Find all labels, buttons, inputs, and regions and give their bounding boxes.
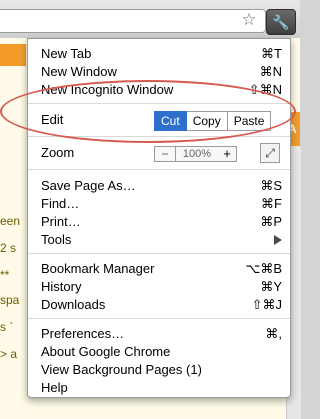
page-text-fragment: spa <box>0 293 20 307</box>
menu-item-label: Preferences… <box>41 326 125 341</box>
menu-separator <box>28 169 290 170</box>
wrench-icon: 🔧 <box>272 14 290 30</box>
menu-item-label: New Window <box>41 64 117 79</box>
menu-item-shortcut: ⌘T <box>261 46 282 61</box>
zoom-in-button[interactable]: + <box>218 146 237 162</box>
menu-item-shortcut: ⌘N <box>259 64 282 79</box>
page-text-fragment: 2 s <box>0 241 17 255</box>
menu-item-shortcut: ⇧⌘J <box>251 297 282 312</box>
menu-item-shortcut: ⌘, <box>265 326 282 341</box>
menu-item-label: View Background Pages (1) <box>41 362 202 377</box>
menu-item-shortcut: ⌘S <box>260 178 282 193</box>
page-text-fragment: ** <box>0 268 10 282</box>
menu-item-label: New Tab <box>41 46 92 61</box>
fullscreen-button[interactable]: ⤢ <box>260 143 280 163</box>
menu-separator <box>28 253 290 254</box>
page-text-fragment: s ` <box>0 320 14 334</box>
page-text-fragment: een <box>0 214 21 228</box>
menu-item-preferences[interactable]: Preferences… ⌘, <box>41 325 282 343</box>
bookmark-star-icon[interactable]: ☆ <box>240 11 258 29</box>
menu-item-about-google-chrome[interactable]: About Google Chrome <box>41 343 282 361</box>
menu-separator <box>28 318 290 319</box>
address-bar[interactable] <box>0 9 266 33</box>
menu-item-label: About Google Chrome <box>41 344 171 359</box>
menu-item-bookmark-manager[interactable]: Bookmark Manager ⌥⌘B <box>41 260 282 278</box>
page-text-fragment: > a <box>0 347 18 361</box>
menu-item-print[interactable]: Print… ⌘P <box>41 213 282 231</box>
menu-item-label: Print… <box>41 214 81 229</box>
menu-item-label: Save Page As… <box>41 178 136 193</box>
zoom-level: 100% <box>175 146 219 162</box>
submenu-arrow-icon <box>274 235 282 245</box>
menu-item-help[interactable]: Help <box>41 379 282 397</box>
menu-item-history[interactable]: History ⌘Y <box>41 278 282 296</box>
menu-item-shortcut: ⌘Y <box>260 279 282 294</box>
annotation-ellipse <box>0 80 296 143</box>
menu-item-label: Tools <box>41 232 72 247</box>
menu-item-new-tab[interactable]: New Tab ⌘T <box>41 45 282 63</box>
wrench-menu-button[interactable]: 🔧 <box>266 9 296 35</box>
fullscreen-icon: ⤢ <box>265 146 275 160</box>
menu-item-label: Downloads <box>41 297 106 312</box>
menu-item-shortcut: ⌥⌘B <box>245 261 282 276</box>
menu-item-label: Find… <box>41 196 80 211</box>
menu-item-view-background-pages[interactable]: View Background Pages (1) <box>41 361 282 379</box>
browser-toolbar: ☆ 🔧 <box>0 0 300 39</box>
menu-item-label: History <box>41 279 82 294</box>
menu-item-find[interactable]: Find… ⌘F <box>41 195 282 213</box>
menu-item-label: Zoom <box>41 145 75 160</box>
menu-item-new-window[interactable]: New Window ⌘N <box>41 63 282 81</box>
menu-item-tools[interactable]: Tools <box>41 231 282 249</box>
menu-item-label: Bookmark Manager <box>41 261 155 276</box>
menu-item-label: Help <box>41 380 68 395</box>
menu-item-shortcut: ⌘P <box>260 214 282 229</box>
menu-item-shortcut: ⌘F <box>261 196 282 211</box>
menu-item-downloads[interactable]: Downloads ⇧⌘J <box>41 296 282 314</box>
page-header-accent <box>0 44 26 66</box>
menu-item-save-page-as[interactable]: Save Page As… ⌘S <box>41 177 282 195</box>
zoom-out-button[interactable]: − <box>154 146 175 162</box>
